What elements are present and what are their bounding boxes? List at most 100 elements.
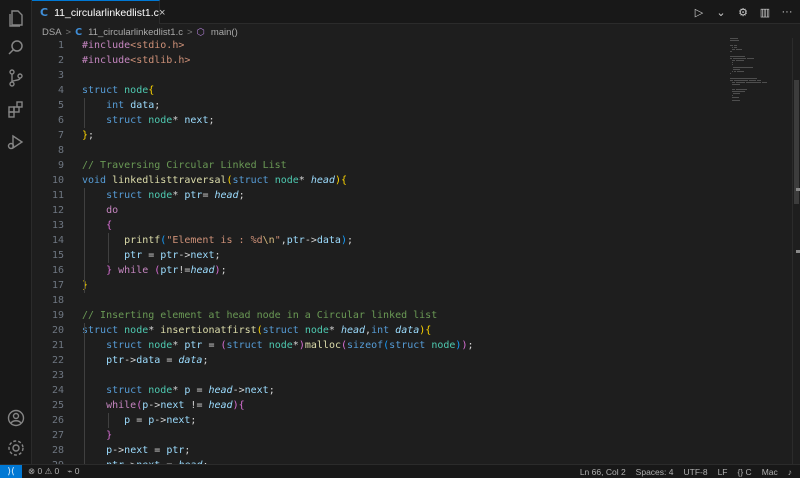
code-editor[interactable]: 1 #include<stdio.h> 2 #include<stdlib.h> 3 4 s… xyxy=(32,38,792,464)
search-icon[interactable] xyxy=(6,38,26,58)
code-text[interactable]: // Inserting element at head node in a C… xyxy=(82,308,437,323)
code-line[interactable]: 4 struct node{ xyxy=(32,83,792,98)
code-text[interactable]: } xyxy=(82,428,112,443)
minimap-line xyxy=(738,97,739,99)
minimap-line xyxy=(734,40,739,42)
line-number: 14 xyxy=(51,235,64,246)
code-text[interactable]: // Traversing Circular Linked List xyxy=(82,158,287,173)
account-icon[interactable] xyxy=(6,408,26,428)
code-text[interactable]: p->next = ptr; xyxy=(82,443,190,458)
c-file-icon: C xyxy=(40,6,49,19)
notifications-bell-icon[interactable]: ♪ xyxy=(788,467,792,477)
editor-tab[interactable]: C 11_circularlinkedlist1.c × xyxy=(32,0,165,24)
indentation[interactable]: Spaces: 4 xyxy=(636,467,674,477)
platform[interactable]: Mac xyxy=(762,467,778,477)
ports-indicator[interactable]: ⌁ 0 xyxy=(67,466,79,477)
line-number: 22 xyxy=(51,355,64,366)
breadcrumb-file[interactable]: 11_circularlinkedlist1.c xyxy=(88,27,183,38)
extensions-icon[interactable] xyxy=(6,100,26,120)
code-line[interactable]: 16 } while (ptr!=head); xyxy=(32,263,792,278)
code-text[interactable]: } xyxy=(82,278,88,293)
code-text[interactable]: p = p->next; xyxy=(82,413,196,428)
vertical-scrollbar[interactable] xyxy=(792,38,800,464)
breadcrumb-symbol[interactable]: main() xyxy=(211,27,238,38)
code-line[interactable]: 10 void linkedlisttraversal(struct node* … xyxy=(32,173,792,188)
code-line[interactable]: 27 } xyxy=(32,428,792,443)
split-editor-icon[interactable]: ▥ xyxy=(758,6,772,19)
code-line[interactable]: 12 do xyxy=(32,203,792,218)
encoding[interactable]: UTF-8 xyxy=(683,467,707,477)
line-number: 11 xyxy=(51,190,64,201)
code-line[interactable]: 26 p = p->next; xyxy=(32,413,792,428)
code-text[interactable]: while(p->next != head){ xyxy=(82,398,245,413)
c-file-icon: C xyxy=(75,26,83,38)
code-text[interactable]: struct node{ xyxy=(82,83,154,98)
code-line[interactable]: 6 struct node* next; xyxy=(32,113,792,128)
language-mode[interactable]: {} C xyxy=(738,467,752,477)
code-line[interactable]: 21 struct node* ptr = (struct node*)mall… xyxy=(32,338,792,353)
minimap-line xyxy=(746,88,747,90)
code-line[interactable]: 20 struct node* insertionatfirst(struct n… xyxy=(32,323,792,338)
code-line[interactable]: 22 ptr->data = data; xyxy=(32,353,792,368)
code-line[interactable]: 8 xyxy=(32,143,792,158)
tab-bar: C 11_circularlinkedlist1.c × ▷ ⌄ ⚙ ▥ ··· xyxy=(32,0,800,24)
minimap-line xyxy=(732,46,733,48)
source-control-icon[interactable] xyxy=(6,68,26,88)
code-line[interactable]: 1 #include<stdio.h> xyxy=(32,38,792,53)
code-line[interactable]: 13 { xyxy=(32,218,792,233)
code-line[interactable]: 14 printf("Element is : %d\n",ptr->data)… xyxy=(32,233,792,248)
code-line[interactable]: 9 // Traversing Circular Linked List xyxy=(32,158,792,173)
code-line[interactable]: 15 ptr = ptr->next; xyxy=(32,248,792,263)
more-actions-icon[interactable]: ··· xyxy=(780,6,794,18)
code-line[interactable]: 5 int data; xyxy=(32,98,792,113)
code-line[interactable]: 24 struct node* p = head->next; xyxy=(32,383,792,398)
minimap[interactable] xyxy=(730,38,790,118)
minimap-line xyxy=(737,79,744,81)
run-debug-icon[interactable] xyxy=(6,132,26,152)
code-line[interactable]: 11 struct node* ptr= head; xyxy=(32,188,792,203)
code-text[interactable]: } while (ptr!=head); xyxy=(82,263,227,278)
end-of-line[interactable]: LF xyxy=(718,467,728,477)
code-line[interactable]: 23 xyxy=(32,368,792,383)
scrollbar-thumb[interactable] xyxy=(794,80,799,204)
code-text[interactable]: struct node* insertionatfirst(struct nod… xyxy=(82,323,431,338)
code-text[interactable]: struct node* p = head->next; xyxy=(82,383,275,398)
explorer-icon[interactable] xyxy=(6,8,26,28)
code-text[interactable]: struct node* ptr= head; xyxy=(82,188,245,203)
code-line[interactable]: 18 xyxy=(32,293,792,308)
code-text[interactable]: struct node* ptr = (struct node*)malloc(… xyxy=(82,338,473,353)
code-text[interactable]: int data; xyxy=(82,98,160,113)
remote-indicator-icon[interactable]: ⟩⟨ xyxy=(0,464,22,478)
code-line[interactable]: 7}; xyxy=(32,128,792,143)
code-line[interactable]: 3 xyxy=(32,68,792,83)
code-line[interactable]: 17} xyxy=(32,278,792,293)
code-text[interactable]: }; xyxy=(82,128,94,143)
minimap-line xyxy=(752,66,753,68)
breadcrumb-separator: > xyxy=(186,26,193,38)
settings-icon[interactable]: ⚙ xyxy=(736,6,750,19)
run-icon[interactable]: ▷ xyxy=(692,6,706,19)
code-text[interactable]: void linkedlisttraversal(struct node* he… xyxy=(82,173,347,188)
code-text[interactable]: #include<stdio.h> xyxy=(82,38,184,53)
code-text[interactable]: ptr->data = data; xyxy=(82,353,208,368)
code-text[interactable]: printf("Element is : %d\n",ptr->data); xyxy=(82,233,353,248)
code-line[interactable]: 2 #include<stdlib.h> xyxy=(32,53,792,68)
code-line[interactable]: 25 while(p->next != head){ xyxy=(32,398,792,413)
code-text[interactable]: struct node* next; xyxy=(82,113,214,128)
minimap-line xyxy=(742,82,745,83)
breadcrumb-folder[interactable]: DSA xyxy=(42,27,62,38)
chevron-down-icon[interactable]: ⌄ xyxy=(714,6,728,19)
code-text[interactable]: { xyxy=(82,218,112,233)
line-number: 2 xyxy=(57,55,64,66)
close-icon[interactable]: × xyxy=(159,7,165,19)
cursor-position[interactable]: Ln 66, Col 2 xyxy=(580,467,626,477)
problems-indicator[interactable]: ⊗ 0 ⚠ 0 xyxy=(28,466,59,477)
manage-gear-icon[interactable] xyxy=(6,438,26,458)
code-text[interactable]: #include<stdlib.h> xyxy=(82,53,190,68)
code-line[interactable]: 28 p->next = ptr; xyxy=(32,443,792,458)
code-line[interactable]: 19 // Inserting element at head node in a… xyxy=(32,308,792,323)
minimap-line xyxy=(766,82,767,83)
code-text[interactable]: do xyxy=(82,203,118,218)
line-number: 20 xyxy=(51,325,64,336)
code-text[interactable]: ptr = ptr->next; xyxy=(82,248,220,263)
